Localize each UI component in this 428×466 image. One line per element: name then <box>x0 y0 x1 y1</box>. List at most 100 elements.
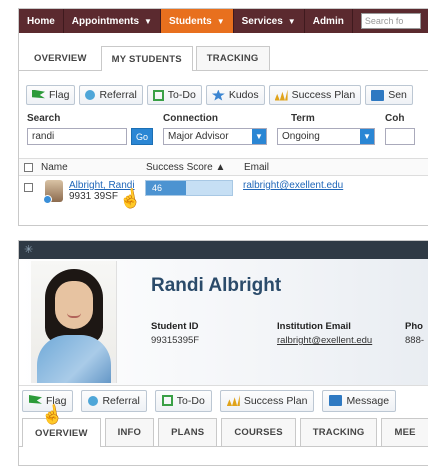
students-table: Name Success Score ▲ Email Albright, Ran… <box>19 158 428 208</box>
nav-admin-label: Admin <box>312 15 344 27</box>
profile-tabs: OVERVIEW INFO PLANS COURSES TRACKING MEE <box>19 415 428 447</box>
student-list-panel: Home Appointments ▼ Students ▼ Services ▼ A… <box>18 8 428 226</box>
send-message-button[interactable]: Sen <box>365 85 413 105</box>
tab-courses[interactable]: COURSES <box>221 418 296 446</box>
success-plan-icon <box>274 89 288 101</box>
referral-button[interactable]: Referral <box>79 85 143 105</box>
col-email-header[interactable]: Email <box>244 162 269 173</box>
message-button[interactable]: Message <box>322 389 397 412</box>
student-profile-panel: ✳ Randi Albright Student ID 993153​95F I… <box>18 240 428 466</box>
student-search-input[interactable]: randi <box>27 128 127 145</box>
referral-icon <box>88 395 99 406</box>
avatar <box>43 180 63 204</box>
app-logo-icon: ✳ <box>24 244 34 256</box>
status-dot-icon <box>43 195 52 204</box>
cohort-select[interactable] <box>385 128 415 145</box>
nav-services[interactable]: Services ▼ <box>234 9 305 33</box>
student-photo <box>31 261 117 383</box>
message-label: Message <box>346 394 390 407</box>
connection-filter: Connection Major Advisor ▼ <box>163 113 267 148</box>
todo-label: To-Do <box>176 394 205 407</box>
term-label: Term <box>291 113 315 124</box>
term-value: Ongoing <box>282 131 320 142</box>
top-tabs: OVERVIEW MY STUDENTS TRACKING <box>19 43 428 71</box>
kudos-button[interactable]: Kudos <box>205 85 265 105</box>
nav-students[interactable]: Students ▼ <box>160 9 234 33</box>
todo-icon <box>161 395 173 406</box>
flag-icon <box>29 395 42 404</box>
tab-meetings[interactable]: MEE <box>381 418 428 446</box>
top-action-bar: Flag Referral To-Do Kudos Success Plan S… <box>19 79 428 111</box>
profile-action-bar: Flag Referral To-Do Success Plan Message <box>19 385 428 415</box>
phone-value: 888- <box>405 335 425 346</box>
global-search-input[interactable]: Search fo <box>360 13 421 29</box>
caret-down-icon: ▼ <box>216 16 225 26</box>
tab-plans[interactable]: PLANS <box>158 418 218 446</box>
student-id-label: Student ID <box>151 321 199 332</box>
nav-appointments-label: Appointments <box>71 15 140 27</box>
tab-my-students[interactable]: MY STUDENTS <box>100 46 193 71</box>
flag-icon <box>32 89 45 99</box>
profile-card: Randi Albright Student ID 993153​95F Ins… <box>19 259 428 385</box>
row-checkbox[interactable] <box>24 183 33 192</box>
cohort-filter: Coh <box>385 113 415 148</box>
todo-button[interactable]: To-Do <box>154 389 212 412</box>
kudos-label: Kudos <box>228 89 259 101</box>
success-plan-icon <box>226 395 240 406</box>
referral-label: Referral <box>99 89 137 101</box>
hand-cursor-icon: ☝ <box>39 403 65 427</box>
tab-tracking[interactable]: TRACKING <box>299 418 378 446</box>
main-navbar: Home Appointments ▼ Students ▼ Services ▼ A… <box>19 9 428 33</box>
referral-icon <box>85 90 96 100</box>
chevron-down-icon: ▼ <box>252 129 266 144</box>
nav-students-label: Students <box>168 15 212 27</box>
student-id-value: 993153​95F <box>151 335 200 346</box>
flag-label: Flag <box>49 89 70 101</box>
student-id-text: 9931 39SF <box>69 191 118 202</box>
connection-select[interactable]: Major Advisor ▼ <box>163 128 267 145</box>
tab-info[interactable]: INFO <box>104 418 155 446</box>
chevron-down-icon: ▼ <box>360 129 374 144</box>
success-plan-button[interactable]: Success Plan <box>219 389 315 412</box>
referral-button[interactable]: Referral <box>81 389 147 412</box>
nav-home[interactable]: Home <box>19 9 64 33</box>
nav-services-label: Services <box>241 15 283 27</box>
send-message-label: Sen <box>388 89 407 101</box>
nav-home-label: Home <box>27 15 55 27</box>
table-header: Name Success Score ▲ Email <box>19 158 428 176</box>
go-button[interactable]: Go <box>131 128 153 145</box>
student-name-heading: Randi Albright <box>151 275 282 296</box>
success-plan-label: Success Plan <box>291 89 356 101</box>
institution-email-link[interactable]: ralbright@exellent.edu <box>277 335 372 346</box>
profile-header-strip: ✳ <box>19 241 428 259</box>
filter-row: Search randi Go Connection Major Advisor… <box>19 113 428 148</box>
cohort-label: Coh <box>385 113 405 124</box>
success-score-fill: 46 <box>146 181 186 195</box>
nav-appointments[interactable]: Appointments ▼ <box>64 9 161 33</box>
phone-label: Pho <box>405 321 423 332</box>
col-name-header[interactable]: Name <box>41 162 146 173</box>
col-score-header[interactable]: Success Score ▲ <box>146 162 244 173</box>
select-all-checkbox[interactable] <box>24 162 33 172</box>
tab-tracking[interactable]: TRACKING <box>195 46 270 70</box>
search-label: Search <box>27 113 61 124</box>
search-filter: Search randi Go <box>27 113 153 148</box>
table-row[interactable]: Albright, Randi 9931 39SF 46 ralbright@e… <box>19 176 428 208</box>
caret-down-icon: ▼ <box>287 16 296 26</box>
todo-label: To-Do <box>167 89 196 101</box>
success-plan-label: Success Plan <box>243 394 308 407</box>
caret-down-icon: ▼ <box>144 16 152 26</box>
student-email-link[interactable]: ralbright@exellent.edu <box>243 180 343 191</box>
term-filter: Term Ongoing ▼ <box>277 113 375 148</box>
todo-icon <box>152 89 164 101</box>
success-plan-button[interactable]: Success Plan <box>268 85 362 105</box>
message-icon <box>329 395 343 406</box>
message-icon <box>371 89 385 101</box>
tab-overview[interactable]: OVERVIEW <box>23 46 98 70</box>
todo-button[interactable]: To-Do <box>146 85 202 105</box>
hand-cursor-icon: ☝ <box>117 187 143 211</box>
nav-admin[interactable]: Admin <box>305 9 353 33</box>
flag-button[interactable]: Flag <box>26 85 76 105</box>
term-select[interactable]: Ongoing ▼ <box>277 128 375 145</box>
kudos-icon <box>211 89 225 101</box>
